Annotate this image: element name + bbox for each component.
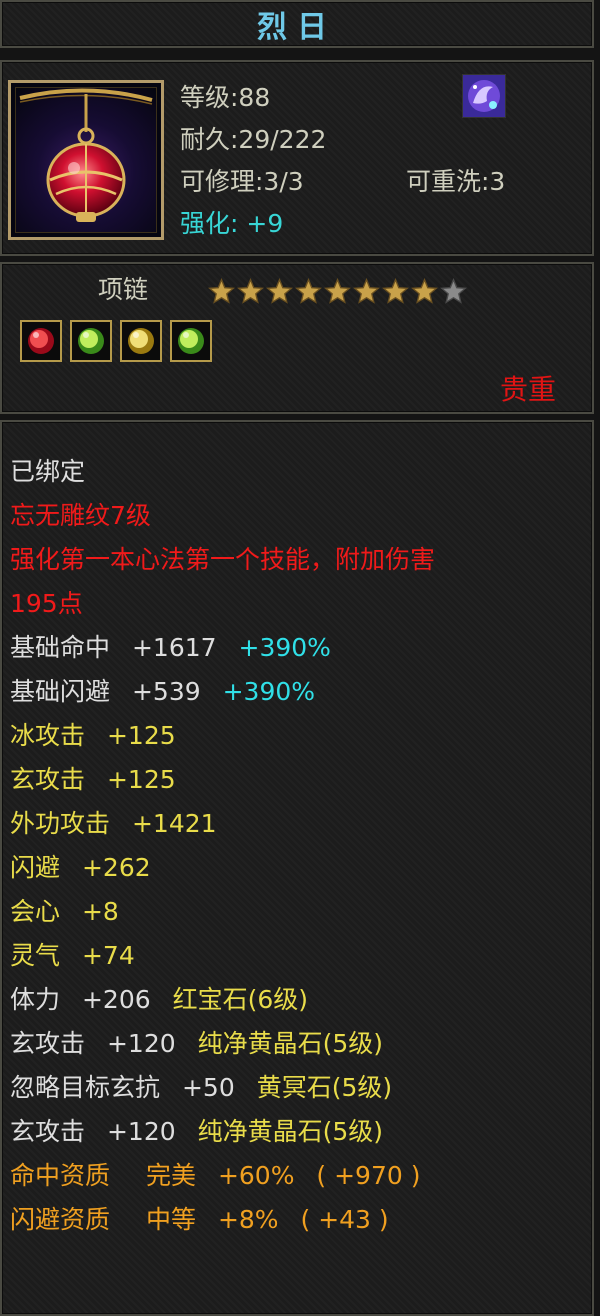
attr-value: +120: [106, 1029, 176, 1058]
attr-label: 会心: [10, 897, 61, 926]
attr-label: 忽略目标玄抗: [10, 1073, 161, 1102]
attr-value: +1617: [131, 633, 217, 662]
gem-name: 黄冥石(5级): [256, 1073, 393, 1102]
attr-value: +125: [106, 721, 176, 750]
attr-label: 外功攻击: [10, 809, 111, 838]
gem-name: 纯净黄晶石(5级): [197, 1029, 384, 1058]
attributes-panel: 已绑定 忘无雕纹7级 强化第一本心法第一个技能，附加伤害 195点 基础命中 +…: [0, 420, 594, 1316]
item-info-panel: 等级:88 耐久:29/222 可修理:3/3 可重洗:3 强化: +9: [0, 60, 594, 256]
gem-attr-row-2: 玄攻击 +120 纯净黄晶石(5级): [10, 1022, 584, 1066]
attr-label: 玄攻击: [10, 1117, 86, 1146]
attr-label: 冰攻击: [10, 721, 86, 750]
attr-label: 基础命中: [10, 633, 111, 662]
star-filled-icon: [353, 278, 380, 304]
enhance-label: 强化:: [180, 209, 239, 238]
attr-label: 闪避: [10, 853, 61, 882]
star-empty-icon: [440, 278, 467, 304]
item-portrait[interactable]: [8, 80, 164, 240]
attr-row-base-hit: 基础命中 +1617 +390%: [10, 626, 584, 670]
star-rating: [208, 278, 467, 305]
star-filled-icon: [411, 278, 438, 304]
attr-row-xuan-attack: 玄攻击 +125: [10, 758, 584, 802]
engrave-text: 忘无雕纹7级: [10, 501, 151, 530]
gem-slots: [20, 320, 212, 362]
attr-value: +539: [131, 677, 201, 706]
item-name: 烈日: [257, 10, 337, 45]
attr-value: +120: [106, 1117, 176, 1146]
quality-extra: ( +43 ): [300, 1205, 389, 1234]
special-effect-icon[interactable]: [462, 74, 506, 118]
attr-label: 玄攻击: [10, 765, 86, 794]
quality-grade: 中等: [145, 1205, 196, 1234]
attr-value: +125: [106, 765, 176, 794]
star-filled-icon: [295, 278, 322, 304]
quality-label: 命中资质: [10, 1161, 111, 1190]
attr-value: +262: [81, 853, 151, 882]
level-text: 等级:88: [180, 83, 271, 112]
attr-row-dodge: 闪避 +262: [10, 846, 584, 890]
attr-row-ice-attack: 冰攻击 +125: [10, 714, 584, 758]
rewashable-text: 可重洗:3: [406, 167, 506, 196]
green-gem-icon[interactable]: [70, 320, 112, 362]
skill-bonus-line1: 强化第一本心法第一个技能，附加伤害: [10, 545, 436, 574]
gem-name: 红宝石(6级): [172, 985, 309, 1014]
star-filled-icon: [324, 278, 351, 304]
rarity-label: 贵重: [499, 373, 556, 406]
gem-attr-row-4: 玄攻击 +120 纯净黄晶石(5级): [10, 1110, 584, 1154]
attr-label: 基础闪避: [10, 677, 111, 706]
attr-value: +50: [181, 1073, 235, 1102]
attr-value: +206: [81, 985, 151, 1014]
attribute-list: 已绑定 忘无雕纹7级 强化第一本心法第一个技能，附加伤害 195点 基础命中 +…: [10, 450, 584, 1242]
green-gem-icon[interactable]: [170, 320, 212, 362]
item-detail-panel: 项链 贵重: [0, 262, 594, 414]
attr-row-base-dodge: 基础闪避 +539 +390%: [10, 670, 584, 714]
quality-value: +8%: [217, 1205, 279, 1234]
enhance-text: 强化: +9: [180, 204, 283, 240]
quality-row-dodge: 闪避资质 中等 +8% ( +43 ): [10, 1198, 584, 1242]
quality-grade: 完美: [145, 1161, 196, 1190]
attr-value: +74: [81, 941, 135, 970]
enhance-value: +9: [246, 209, 284, 238]
attr-percent: +390%: [238, 633, 331, 662]
gem-name: 纯净黄晶石(5级): [197, 1117, 384, 1146]
attr-row-crit: 会心 +8: [10, 890, 584, 934]
repairable-text: 可修理:3/3: [180, 167, 304, 196]
attr-label: 灵气: [10, 941, 61, 970]
star-filled-icon: [266, 278, 293, 304]
attr-label: 体力: [10, 985, 61, 1014]
gem-attr-row-1: 体力 +206 红宝石(6级): [10, 978, 584, 1022]
attr-percent: +390%: [222, 677, 316, 706]
star-filled-icon: [237, 278, 264, 304]
attr-row-spirit: 灵气 +74: [10, 934, 584, 978]
attr-value: +1421: [131, 809, 217, 838]
necklace-icon: [15, 87, 157, 233]
quality-extra: ( +970 ): [316, 1161, 421, 1190]
attr-row-outer-attack: 外功攻击 +1421: [10, 802, 584, 846]
quality-value: +60%: [217, 1161, 295, 1190]
durability-text: 耐久:29/222: [180, 125, 327, 154]
quality-label: 闪避资质: [10, 1205, 111, 1234]
yellow-gem-icon[interactable]: [120, 320, 162, 362]
star-filled-icon: [382, 278, 409, 304]
quality-row-hit: 命中资质 完美 +60% ( +970 ): [10, 1154, 584, 1198]
attr-label: 玄攻击: [10, 1029, 86, 1058]
gem-attr-row-3: 忽略目标玄抗 +50 黄冥石(5级): [10, 1066, 584, 1110]
bound-status: 已绑定: [10, 457, 86, 486]
item-type: 项链: [98, 275, 149, 304]
title-bar: 烈日: [0, 0, 594, 48]
red-gem-icon[interactable]: [20, 320, 62, 362]
star-filled-icon: [208, 278, 235, 304]
attr-value: +8: [81, 897, 119, 926]
skill-bonus-line2: 195点: [10, 589, 83, 618]
